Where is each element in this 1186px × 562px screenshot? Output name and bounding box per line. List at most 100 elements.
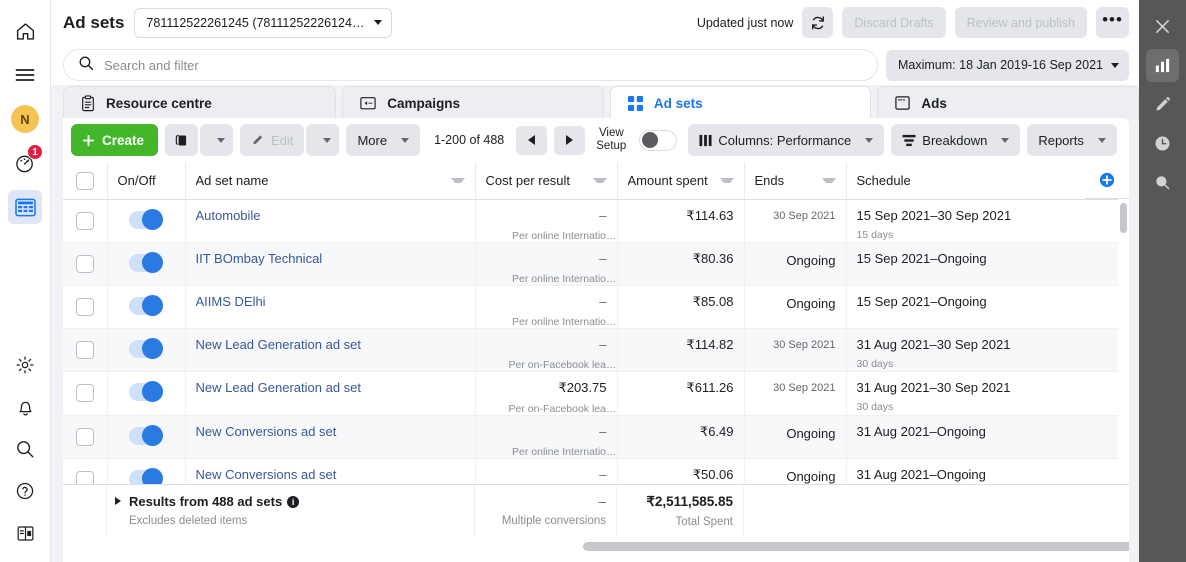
- row-checkbox-cell[interactable]: [63, 328, 108, 372]
- vertical-scrollbar-thumb[interactable]: [1120, 203, 1127, 233]
- account-selector[interactable]: 781112522261245 (78111252226124…: [134, 7, 393, 38]
- info-icon[interactable]: i: [287, 495, 300, 508]
- panel-toggle-icon[interactable]: [8, 516, 42, 550]
- date-range-selector[interactable]: Maximum: 18 Jan 2019-16 Sep 2021: [886, 49, 1129, 81]
- bell-icon[interactable]: [8, 390, 42, 424]
- row-checkbox[interactable]: [75, 297, 94, 316]
- search-and-filter-box[interactable]: [63, 49, 878, 81]
- ad-set-name-link[interactable]: Automobile: [196, 208, 261, 223]
- th-ad-set-name[interactable]: Ad set name: [185, 162, 476, 200]
- th-select-all[interactable]: [63, 162, 108, 200]
- row-onoff-cell[interactable]: [107, 328, 186, 372]
- zoom-icon[interactable]: [1146, 166, 1179, 199]
- row-checkbox-cell[interactable]: [63, 415, 108, 459]
- row-onoff-cell[interactable]: [107, 199, 186, 243]
- breakdown-button[interactable]: Breakdown: [891, 124, 1021, 156]
- th-amount-spent[interactable]: Amount spent: [617, 162, 745, 200]
- edit-dropdown-button[interactable]: [306, 124, 340, 156]
- row-onoff-toggle[interactable]: [129, 295, 163, 316]
- th-ends[interactable]: Ends: [744, 162, 847, 200]
- row-name-cell[interactable]: New Lead Generation ad set: [185, 328, 476, 372]
- row-checkbox-cell[interactable]: [63, 285, 108, 329]
- sort-chevron-icon[interactable]: [592, 178, 607, 183]
- avatar[interactable]: N: [8, 102, 42, 136]
- row-checkbox[interactable]: [75, 383, 94, 402]
- ad-set-name-link[interactable]: AIIMS DElhi: [196, 294, 266, 309]
- row-onoff-cell[interactable]: [107, 415, 186, 459]
- row-checkbox[interactable]: [75, 427, 94, 446]
- clock-icon[interactable]: [1146, 127, 1179, 160]
- tab-campaigns[interactable]: Campaigns: [342, 86, 604, 119]
- ad-set-name-link[interactable]: New Lead Generation ad set: [196, 337, 362, 352]
- pager-next-button[interactable]: [554, 125, 586, 155]
- row-name-cell[interactable]: New Conversions ad set: [185, 415, 476, 459]
- row-onoff-toggle[interactable]: [129, 209, 163, 230]
- refresh-button[interactable]: [802, 7, 834, 38]
- ad-set-name-link[interactable]: IIT BOmbay Technical: [196, 251, 323, 266]
- tab-resource-centre[interactable]: Resource centre: [63, 86, 337, 119]
- ad-set-name-link[interactable]: New Lead Generation ad set: [196, 380, 362, 395]
- table-row[interactable]: New Lead Generation ad set ₹203.75 Per on-…: [63, 371, 1129, 416]
- ad-set-name-link[interactable]: New Conversions ad set: [196, 424, 337, 439]
- search-input[interactable]: [104, 57, 863, 73]
- table-row[interactable]: Automobile – Per online Internatio… ₹114.63…: [63, 199, 1129, 243]
- tab-ad-sets[interactable]: Ad sets: [609, 86, 872, 119]
- pencil-icon[interactable]: [1146, 88, 1179, 121]
- reports-button[interactable]: Reports: [1027, 124, 1117, 156]
- row-onoff-cell[interactable]: [107, 371, 186, 416]
- row-onoff-cell[interactable]: [107, 285, 186, 329]
- ad-set-name-link[interactable]: New Conversions ad set: [196, 467, 337, 482]
- search-icon[interactable]: [8, 432, 42, 466]
- select-all-checkbox[interactable]: [75, 171, 94, 190]
- row-onoff-toggle[interactable]: [129, 338, 163, 359]
- row-onoff-toggle[interactable]: [129, 425, 163, 446]
- horizontal-scrollbar-track[interactable]: [63, 540, 1129, 554]
- duplicate-dropdown-button[interactable]: [200, 124, 234, 156]
- row-checkbox[interactable]: [75, 340, 94, 359]
- add-column-button[interactable]: [1085, 162, 1129, 199]
- create-button[interactable]: Create: [71, 124, 159, 156]
- th-on-off[interactable]: On/Off: [107, 162, 186, 200]
- table-row[interactable]: AIIMS DElhi – Per online Internatio… ₹85.08…: [63, 285, 1129, 329]
- sort-chevron-icon[interactable]: [719, 178, 734, 183]
- row-onoff-cell[interactable]: [107, 242, 186, 286]
- more-options-button[interactable]: •••: [1096, 7, 1129, 38]
- view-setup-toggle[interactable]: [639, 129, 678, 151]
- sort-chevron-icon[interactable]: [450, 178, 465, 183]
- more-button[interactable]: More: [346, 124, 421, 156]
- row-checkbox-cell[interactable]: [63, 371, 108, 416]
- row-name-cell[interactable]: New Lead Generation ad set: [185, 371, 476, 416]
- notifications-icon[interactable]: 1: [8, 144, 43, 180]
- home-icon[interactable]: [8, 14, 42, 48]
- row-checkbox-cell[interactable]: [63, 199, 108, 243]
- menu-icon[interactable]: [8, 58, 42, 92]
- table-row[interactable]: IIT BOmbay Technical – Per online Internat…: [63, 242, 1129, 286]
- th-cost-per-result[interactable]: Cost per result: [475, 162, 618, 200]
- review-and-publish-button[interactable]: Review and publish: [954, 7, 1087, 38]
- close-icon[interactable]: [1146, 10, 1179, 43]
- horizontal-scrollbar-thumb[interactable]: [583, 542, 1129, 551]
- schedule-value: 31 Aug 2021–30 Sep 2021: [856, 380, 1011, 395]
- row-checkbox[interactable]: [75, 254, 94, 273]
- row-name-cell[interactable]: AIIMS DElhi: [185, 285, 476, 329]
- table-row[interactable]: New Lead Generation ad set – Per on-Facebo…: [63, 328, 1129, 372]
- help-icon[interactable]: [8, 474, 42, 508]
- row-onoff-toggle[interactable]: [129, 381, 163, 402]
- expand-chevron-icon[interactable]: [115, 497, 121, 505]
- pager-prev-button[interactable]: [516, 125, 548, 155]
- row-checkbox-cell[interactable]: [63, 242, 108, 286]
- row-name-cell[interactable]: Automobile: [185, 199, 476, 243]
- row-checkbox[interactable]: [75, 211, 94, 230]
- sort-chevron-icon[interactable]: [821, 178, 836, 183]
- row-onoff-toggle[interactable]: [129, 252, 163, 273]
- tab-ads[interactable]: Ads: [877, 86, 1139, 119]
- bar-chart-icon[interactable]: [1146, 49, 1179, 82]
- discard-drafts-button[interactable]: Discard Drafts: [842, 7, 946, 38]
- duplicate-button[interactable]: [165, 124, 199, 156]
- columns-button[interactable]: Columns: Performance: [688, 124, 885, 156]
- edit-button[interactable]: Edit: [240, 124, 305, 156]
- table-row[interactable]: New Conversions ad set – Per online Intern…: [63, 415, 1129, 459]
- row-name-cell[interactable]: IIT BOmbay Technical: [185, 242, 476, 286]
- gear-icon[interactable]: [8, 348, 42, 382]
- ads-manager-icon[interactable]: [8, 190, 42, 224]
